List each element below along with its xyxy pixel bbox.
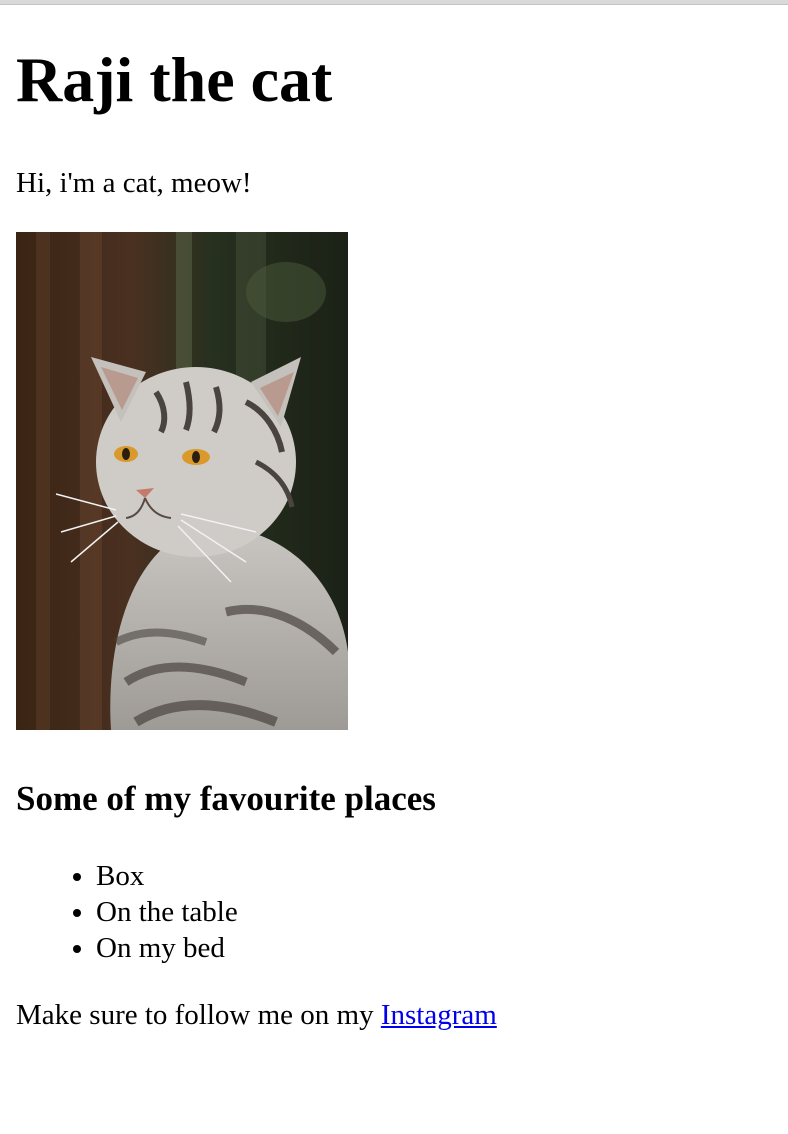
places-heading: Some of my favourite places: [16, 779, 436, 818]
cat-photo-illustration: [16, 232, 348, 730]
follow-text: Make sure to follow me on my: [16, 999, 381, 1031]
list-item: On the table: [96, 894, 238, 930]
intro-text: Hi, i'm a cat, meow!: [16, 167, 252, 199]
browser-top-edge: [0, 0, 788, 5]
favourite-places-list: Box On the table On my bed: [16, 858, 238, 966]
cat-photo: [16, 232, 348, 730]
list-item: Box: [96, 858, 238, 894]
page-title: Raji the cat: [16, 44, 333, 115]
follow-paragraph: Make sure to follow me on my Instagram: [16, 998, 497, 1033]
instagram-link[interactable]: Instagram: [381, 999, 497, 1031]
list-item: On my bed: [96, 930, 238, 966]
